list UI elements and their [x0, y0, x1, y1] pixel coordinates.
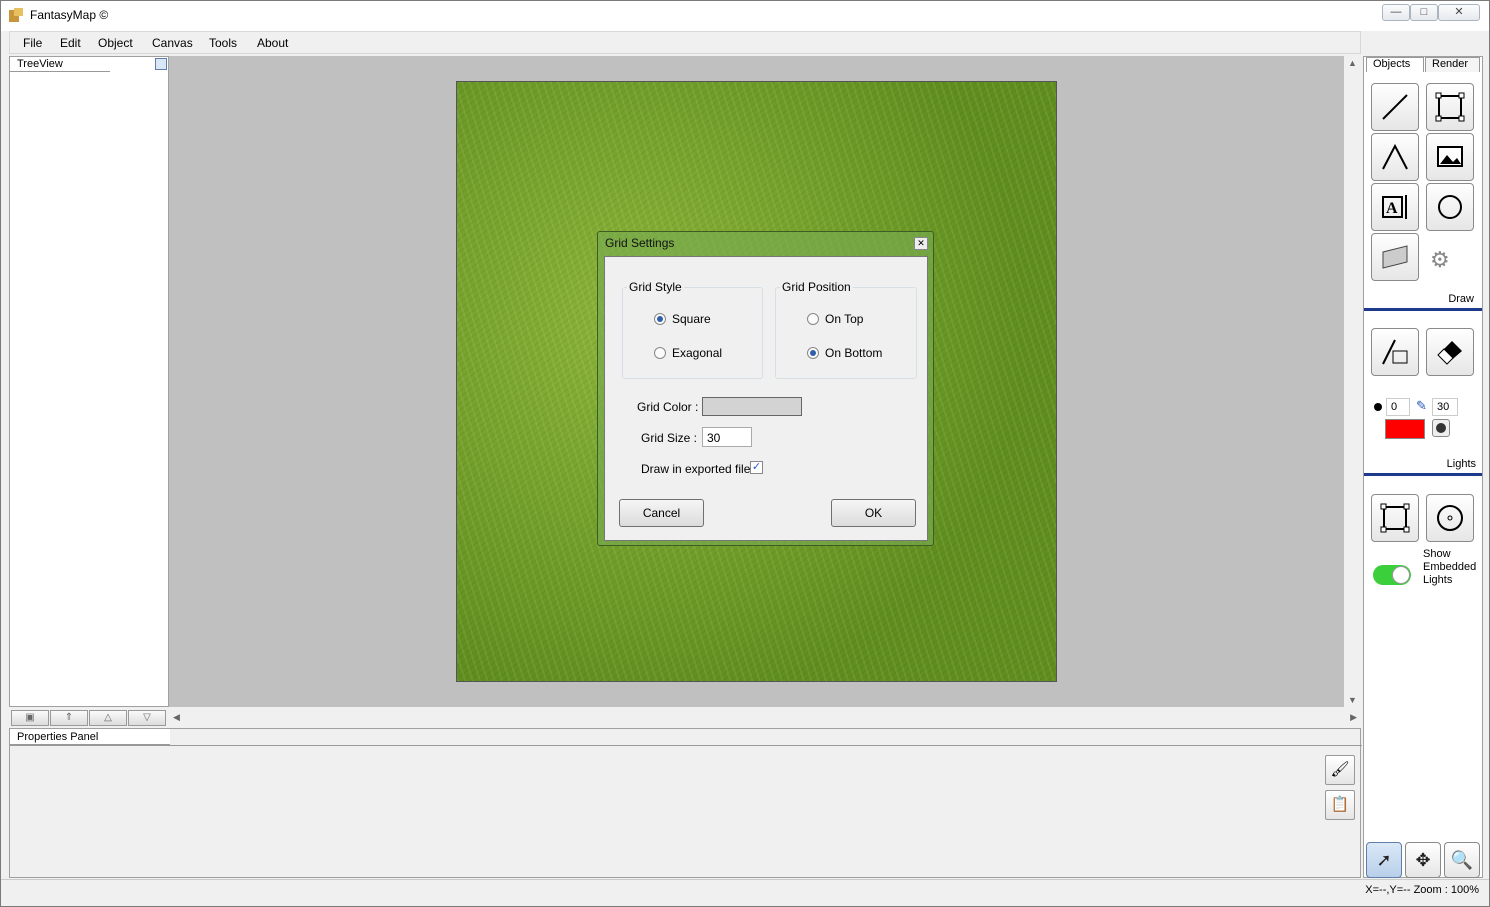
dialog-body: Grid Style Square Exagonal Grid Position… [604, 256, 928, 541]
brush-color-swatch[interactable] [1385, 419, 1425, 439]
vertical-scrollbar[interactable]: ▲ ▼ [1344, 56, 1361, 707]
properties-tab[interactable]: Properties Panel [10, 729, 170, 745]
tab-objects[interactable]: Objects [1366, 57, 1424, 72]
pan-move-icon[interactable]: ✥ [1405, 842, 1441, 878]
brush-icon[interactable]: 🖌 [1325, 755, 1355, 785]
scroll-left-icon[interactable]: ◀ [173, 712, 180, 723]
svg-text:A: A [1386, 200, 1398, 217]
texture-tool-icon[interactable] [1371, 233, 1419, 281]
grid-style-group: Grid Style Square Exagonal [622, 280, 763, 379]
square-radio[interactable] [654, 313, 666, 325]
lights-separator [1364, 473, 1482, 476]
pin-icon[interactable] [155, 58, 167, 70]
maximize-button[interactable]: □ [1410, 4, 1438, 21]
grid-position-group: Grid Position On Top On Bottom [775, 280, 917, 379]
menu-tools[interactable]: Tools [209, 36, 237, 50]
rectangle-tool-icon[interactable] [1426, 83, 1474, 131]
on-top-radio[interactable] [807, 313, 819, 325]
move-up-icon[interactable]: ⇑ [50, 710, 88, 726]
brush-shape-button[interactable] [1432, 419, 1450, 437]
horizontal-scrollbar[interactable]: ◀ ▶ [169, 709, 1361, 726]
folder-icon[interactable]: ▣ [11, 710, 49, 726]
ellipse-tool-icon[interactable] [1426, 183, 1474, 231]
app-icon [8, 7, 24, 23]
treeview-panel[interactable]: TreeView [9, 56, 169, 707]
cancel-button[interactable]: Cancel [619, 499, 704, 527]
scroll-down-icon[interactable]: ▼ [1348, 695, 1357, 705]
polyline-tool-icon[interactable] [1371, 133, 1419, 181]
draw-exported-checkbox[interactable]: ✓ [750, 461, 763, 474]
brush-size-input[interactable]: 0 [1386, 398, 1410, 416]
zoom-icon[interactable]: 🔍 [1444, 842, 1480, 878]
on-top-label: On Top [825, 312, 864, 326]
grid-size-input[interactable]: 30 [702, 427, 752, 447]
treeview-tab[interactable]: TreeView [10, 57, 110, 72]
show-embedded-line-2: Embedded [1423, 561, 1477, 573]
dialog-title: Grid Settings [605, 236, 675, 250]
show-embedded-lights-label: Show Embedded Lights [1423, 548, 1476, 587]
menu-canvas[interactable]: Canvas [152, 36, 193, 50]
point-light-tool-icon[interactable] [1426, 494, 1474, 542]
pen-icon: ✎ [1416, 398, 1427, 413]
menu-bar: File Edit Object Canvas Tools About [9, 31, 1361, 54]
menu-edit[interactable]: Edit [60, 36, 81, 50]
exagonal-label: Exagonal [672, 346, 723, 360]
status-text: X=--,Y=-- Zoom : 100% [1365, 884, 1479, 896]
status-bar: X=--,Y=-- Zoom : 100% [1, 879, 1489, 901]
lights-section-label: Lights [1446, 458, 1476, 470]
eraser-tool-icon[interactable] [1426, 328, 1474, 376]
embedded-lights-toggle[interactable] [1373, 565, 1411, 585]
tools-panel: Objects Render A ⚙ Draw 0 ✎ 30 Lights Sh… [1363, 56, 1483, 878]
text-tool-icon[interactable]: A [1371, 183, 1419, 231]
paint-brush-tool-icon[interactable] [1371, 328, 1419, 376]
grid-color-label: Grid Color : [637, 400, 699, 414]
draw-exported-label: Draw in exported files [641, 462, 757, 476]
minimize-button[interactable]: — [1382, 4, 1410, 21]
scroll-up-icon[interactable]: ▲ [1348, 58, 1357, 68]
square-label: Square [672, 312, 711, 326]
treeview-toolbar: ▣ ⇑ △ ▽ [9, 709, 167, 727]
properties-tab-label: Properties Panel [17, 731, 99, 743]
window-title: FantasyMap © [30, 8, 109, 22]
show-embedded-line-1: Show [1423, 548, 1451, 560]
down-arrow-icon[interactable]: ▽ [128, 710, 166, 726]
brush-size-icon [1374, 403, 1382, 411]
close-button[interactable]: ✕ [1438, 4, 1480, 21]
ok-button[interactable]: OK [831, 499, 916, 527]
title-bar: FantasyMap © — □ ✕ [1, 1, 1489, 31]
grid-color-picker[interactable] [702, 397, 802, 416]
menu-object[interactable]: Object [98, 36, 133, 50]
settings-gear-icon[interactable]: ⚙ [1430, 247, 1450, 273]
up-arrow-icon[interactable]: △ [89, 710, 127, 726]
select-pointer-icon[interactable]: ➚ [1366, 842, 1402, 878]
grid-position-label: Grid Position [780, 280, 853, 294]
menu-about[interactable]: About [257, 36, 288, 50]
tab-render[interactable]: Render [1425, 57, 1480, 72]
grid-style-label: Grid Style [627, 280, 684, 294]
on-bottom-radio[interactable] [807, 347, 819, 359]
menu-file[interactable]: File [23, 36, 42, 50]
scroll-right-icon[interactable]: ▶ [1350, 712, 1357, 723]
line-tool-icon[interactable] [1371, 83, 1419, 131]
paste-icon[interactable]: 📋 [1325, 790, 1355, 820]
exagonal-radio[interactable] [654, 347, 666, 359]
on-bottom-label: On Bottom [825, 346, 883, 360]
brush-opacity-input[interactable]: 30 [1432, 398, 1458, 416]
grid-size-label: Grid Size : [641, 431, 698, 445]
area-light-tool-icon[interactable] [1371, 494, 1419, 542]
properties-panel[interactable]: Properties Panel 🖌 📋 [9, 728, 1362, 878]
draw-separator [1364, 308, 1482, 311]
show-embedded-line-3: Lights [1423, 574, 1453, 586]
grid-settings-dialog: Grid Settings ✕ Grid Style Square Exagon… [597, 231, 934, 546]
app-window: FantasyMap © — □ ✕ File Edit Object Canv… [0, 0, 1490, 907]
dialog-close-icon[interactable]: ✕ [914, 237, 928, 250]
image-tool-icon[interactable] [1426, 133, 1474, 181]
treeview-tab-label: TreeView [17, 58, 63, 70]
draw-section-label: Draw [1448, 293, 1474, 305]
divider [10, 745, 1362, 746]
